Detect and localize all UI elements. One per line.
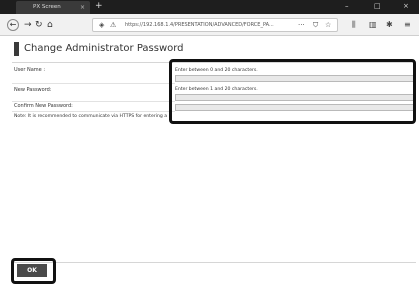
tab-strip: PX Screen × + – □ × xyxy=(0,0,419,14)
input-fields-highlight xyxy=(169,59,416,124)
arrow-right-icon[interactable]: → xyxy=(24,18,32,32)
close-tab-icon[interactable]: × xyxy=(80,1,85,14)
pocket-icon[interactable]: ⛉ xyxy=(313,19,318,32)
navigation-toolbar: ← → ↻ ⌂ ◈ ⚠ https://192.168.1.4/PRESENTA… xyxy=(0,14,419,36)
new-tab-icon[interactable]: + xyxy=(95,0,103,13)
library-icon[interactable]: ⫼ xyxy=(352,18,356,32)
row-divider xyxy=(12,101,175,102)
lock-warning-icon[interactable]: ⚠ xyxy=(110,19,116,32)
page-title: Change Administrator Password xyxy=(24,43,184,54)
home-icon[interactable]: ⌂ xyxy=(47,18,53,32)
reload-icon[interactable]: ↻ xyxy=(35,18,43,32)
page-actions-icon[interactable]: ··· xyxy=(298,19,305,32)
new-password-label: New Password: xyxy=(14,87,52,93)
maximize-icon[interactable]: □ xyxy=(374,0,381,13)
minimize-icon[interactable]: – xyxy=(345,0,349,13)
arrow-left-icon[interactable]: ← xyxy=(7,19,19,31)
browser-tab[interactable]: PX Screen × xyxy=(16,1,90,14)
footer-divider xyxy=(12,262,416,263)
confirm-password-label: Confirm New Password: xyxy=(14,103,73,109)
row-divider xyxy=(12,83,175,84)
bookmark-star-icon[interactable]: ☆ xyxy=(325,19,331,32)
menu-icon[interactable]: ≡ xyxy=(404,18,411,32)
url-text[interactable]: https://192.168.1.4/PRESENTATION/ADVANCE… xyxy=(125,19,274,32)
window-close-icon[interactable]: × xyxy=(403,0,409,13)
address-bar[interactable]: ◈ ⚠ https://192.168.1.4/PRESENTATION/ADV… xyxy=(92,18,338,32)
https-note: Note: It is recommended to communicate v… xyxy=(14,114,168,119)
user-name-label: User Name : xyxy=(14,67,46,73)
ok-button[interactable]: OK xyxy=(17,264,47,277)
sidebar-icon[interactable]: ▥ xyxy=(369,18,377,32)
extension-icon[interactable]: ✱ xyxy=(386,18,393,32)
tab-title: PX Screen xyxy=(33,4,61,10)
title-accent-bar xyxy=(14,42,19,56)
row-divider xyxy=(12,111,175,112)
shield-icon[interactable]: ◈ xyxy=(99,19,104,32)
